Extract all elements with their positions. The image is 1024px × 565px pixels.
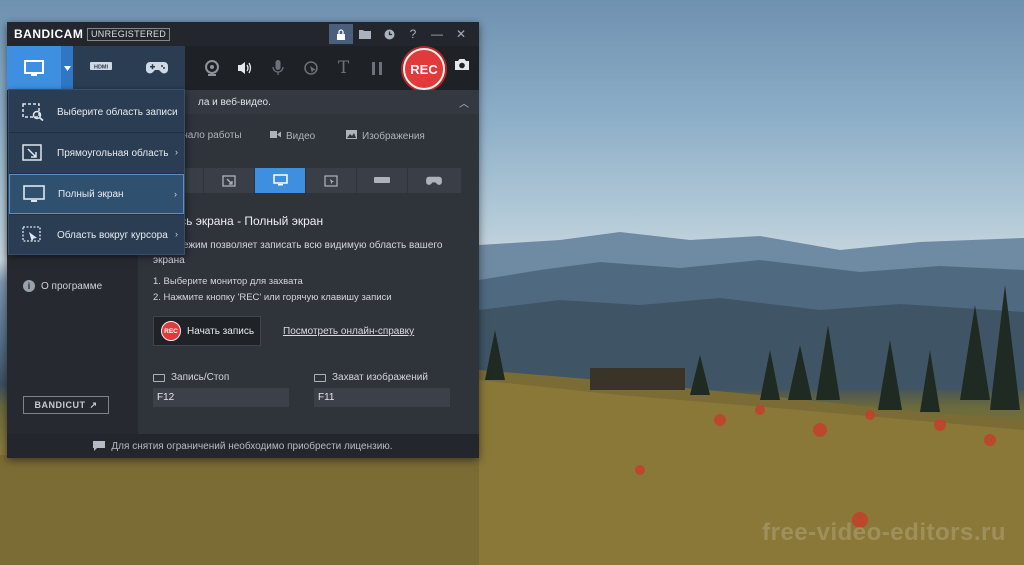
rectangle-area-icon bbox=[222, 174, 236, 187]
menu-item-select-area[interactable]: Выберите область записи bbox=[9, 92, 184, 132]
rec-icon: REC bbox=[161, 321, 181, 341]
screen-mode-button[interactable] bbox=[7, 46, 61, 90]
chevron-right-icon: › bbox=[174, 189, 177, 199]
camera-icon bbox=[455, 59, 469, 70]
hotkey-record-label-row: Запись/Стоп bbox=[153, 372, 229, 383]
watermark-text: free-video-editors.ru bbox=[762, 519, 1006, 546]
minimize-icon[interactable]: — bbox=[425, 24, 449, 44]
image-icon bbox=[346, 130, 357, 142]
rec-button[interactable]: REC bbox=[403, 48, 445, 90]
step-item: 2. Нажмите кнопку 'REC' или горячую клав… bbox=[153, 292, 392, 303]
hdmi-label: HDMI bbox=[94, 65, 109, 71]
speaker-button[interactable] bbox=[228, 46, 261, 90]
webcam-button[interactable] bbox=[195, 46, 228, 90]
microphone-icon bbox=[271, 60, 284, 75]
step-item: 1. Выберите монитор для захвата bbox=[153, 276, 303, 287]
hotkey-capture-label-row: Захват изображений bbox=[314, 372, 428, 383]
cursor-area-icon bbox=[9, 226, 57, 244]
chevron-right-icon: › bbox=[175, 147, 178, 157]
sidebar-item-about[interactable]: i О программе bbox=[23, 280, 102, 292]
hotkey-capture-field[interactable]: F11 bbox=[314, 388, 450, 407]
gamepad-icon bbox=[146, 62, 168, 74]
chevron-up-icon[interactable]: ︿ bbox=[459, 95, 469, 110]
menu-item-label: Выберите область записи bbox=[57, 106, 178, 118]
mode-option-game[interactable] bbox=[408, 168, 459, 193]
tab-label: Изображения bbox=[362, 130, 425, 142]
mode-option-cursor[interactable] bbox=[306, 168, 357, 193]
webcam-icon bbox=[204, 60, 219, 76]
chevron-right-icon: › bbox=[175, 229, 178, 239]
info-icon: i bbox=[23, 280, 35, 292]
help-icon[interactable]: ? bbox=[401, 24, 425, 44]
tab-label: Видео bbox=[286, 130, 316, 142]
registration-badge: UNREGISTERED bbox=[87, 28, 171, 41]
chevron-down-icon bbox=[63, 65, 71, 71]
menu-item-label: Прямоугольная область bbox=[57, 147, 169, 159]
lock-icon[interactable] bbox=[329, 24, 353, 44]
speaker-icon bbox=[237, 62, 251, 74]
content-header: ла и веб-видео. ︿ bbox=[138, 90, 479, 114]
menu-item-label: Полный экран bbox=[58, 188, 124, 200]
cursor-area-icon bbox=[324, 174, 338, 187]
instruction-steps: 1. Выберите монитор для захвата 2. Нажми… bbox=[153, 274, 392, 306]
mode-option-rectangle[interactable] bbox=[204, 168, 255, 193]
subtabs: Начало работы Видео Изображения bbox=[138, 130, 479, 148]
microphone-button[interactable] bbox=[261, 46, 294, 90]
pause-button[interactable] bbox=[360, 46, 393, 90]
pause-icon bbox=[371, 61, 382, 75]
close-icon[interactable]: ✕ bbox=[449, 24, 473, 44]
content-header-text: ла и веб-видео. bbox=[198, 97, 271, 108]
keyboard-icon bbox=[153, 373, 165, 382]
video-icon bbox=[270, 130, 281, 142]
tab-video[interactable]: Видео bbox=[270, 130, 315, 142]
mode-dropdown-arrow[interactable] bbox=[61, 46, 73, 90]
bandicut-button[interactable]: BANDICUT ↗ bbox=[23, 396, 109, 414]
folder-icon[interactable] bbox=[353, 24, 377, 44]
hotkey-record-field[interactable]: F12 bbox=[153, 388, 289, 407]
bandicut-label: BANDICUT bbox=[34, 400, 86, 410]
online-help-link[interactable]: Посмотреть онлайн-справку bbox=[283, 326, 414, 337]
license-footer[interactable]: Для снятия ограничений необходимо приобр… bbox=[7, 434, 479, 458]
hotkey-record-label: Запись/Стоп bbox=[171, 372, 230, 383]
tab-images[interactable]: Изображения bbox=[346, 130, 425, 142]
sidebar-item-label: О программе bbox=[41, 280, 103, 292]
app-logo: BANDICAM bbox=[14, 27, 84, 41]
rectangle-area-icon bbox=[9, 144, 57, 162]
area-search-icon bbox=[9, 103, 57, 121]
game-mode-button[interactable] bbox=[129, 46, 185, 90]
text-icon: T bbox=[337, 58, 350, 78]
start-recording-button[interactable]: REC Начать запись bbox=[153, 316, 261, 346]
title-bar: BANDICAM UNREGISTERED ? — ✕ bbox=[7, 22, 479, 46]
monitor-icon bbox=[10, 185, 58, 203]
hdmi-icon bbox=[374, 176, 390, 183]
monitor-icon bbox=[272, 174, 288, 186]
menu-item-around-cursor[interactable]: Область вокруг курсора › bbox=[9, 215, 184, 255]
hdmi-icon: HDMI bbox=[90, 62, 112, 71]
screenshot-button[interactable] bbox=[454, 58, 470, 75]
keyboard-icon bbox=[314, 373, 326, 382]
mode-option-hdmi[interactable] bbox=[357, 168, 408, 193]
external-link-icon: ↗ bbox=[89, 399, 98, 410]
menu-item-fullscreen[interactable]: Полный экран › bbox=[9, 174, 184, 214]
main-content: ла и веб-видео. ︿ Начало работы Видео Из… bbox=[138, 90, 479, 434]
monitor-icon bbox=[24, 59, 44, 76]
device-mode-button[interactable]: HDMI bbox=[73, 46, 129, 90]
toolbar: HDMI T REC bbox=[7, 46, 479, 90]
hotkey-capture-label: Захват изображений bbox=[332, 372, 428, 383]
menu-item-label: Область вокруг курсора bbox=[57, 229, 168, 241]
cursor-effects-button[interactable] bbox=[294, 46, 327, 90]
start-recording-label: Начать запись bbox=[187, 325, 255, 337]
mode-option-fullscreen[interactable] bbox=[255, 168, 306, 193]
clock-icon[interactable] bbox=[377, 24, 401, 44]
chat-icon bbox=[93, 441, 106, 451]
text-overlay-button[interactable]: T bbox=[327, 46, 360, 90]
capture-mode-menu: Выберите область записи Прямоугольная об… bbox=[8, 89, 185, 255]
cursor-effects-icon bbox=[303, 61, 318, 75]
license-footer-text: Для снятия ограничений необходимо приобр… bbox=[111, 440, 393, 452]
mode-selector-strip bbox=[153, 168, 461, 193]
menu-item-rectangle[interactable]: Прямоугольная область › bbox=[9, 133, 184, 173]
gamepad-icon bbox=[425, 176, 442, 185]
mode-description: Этот режим позволяет записать всю видиму… bbox=[153, 240, 443, 266]
